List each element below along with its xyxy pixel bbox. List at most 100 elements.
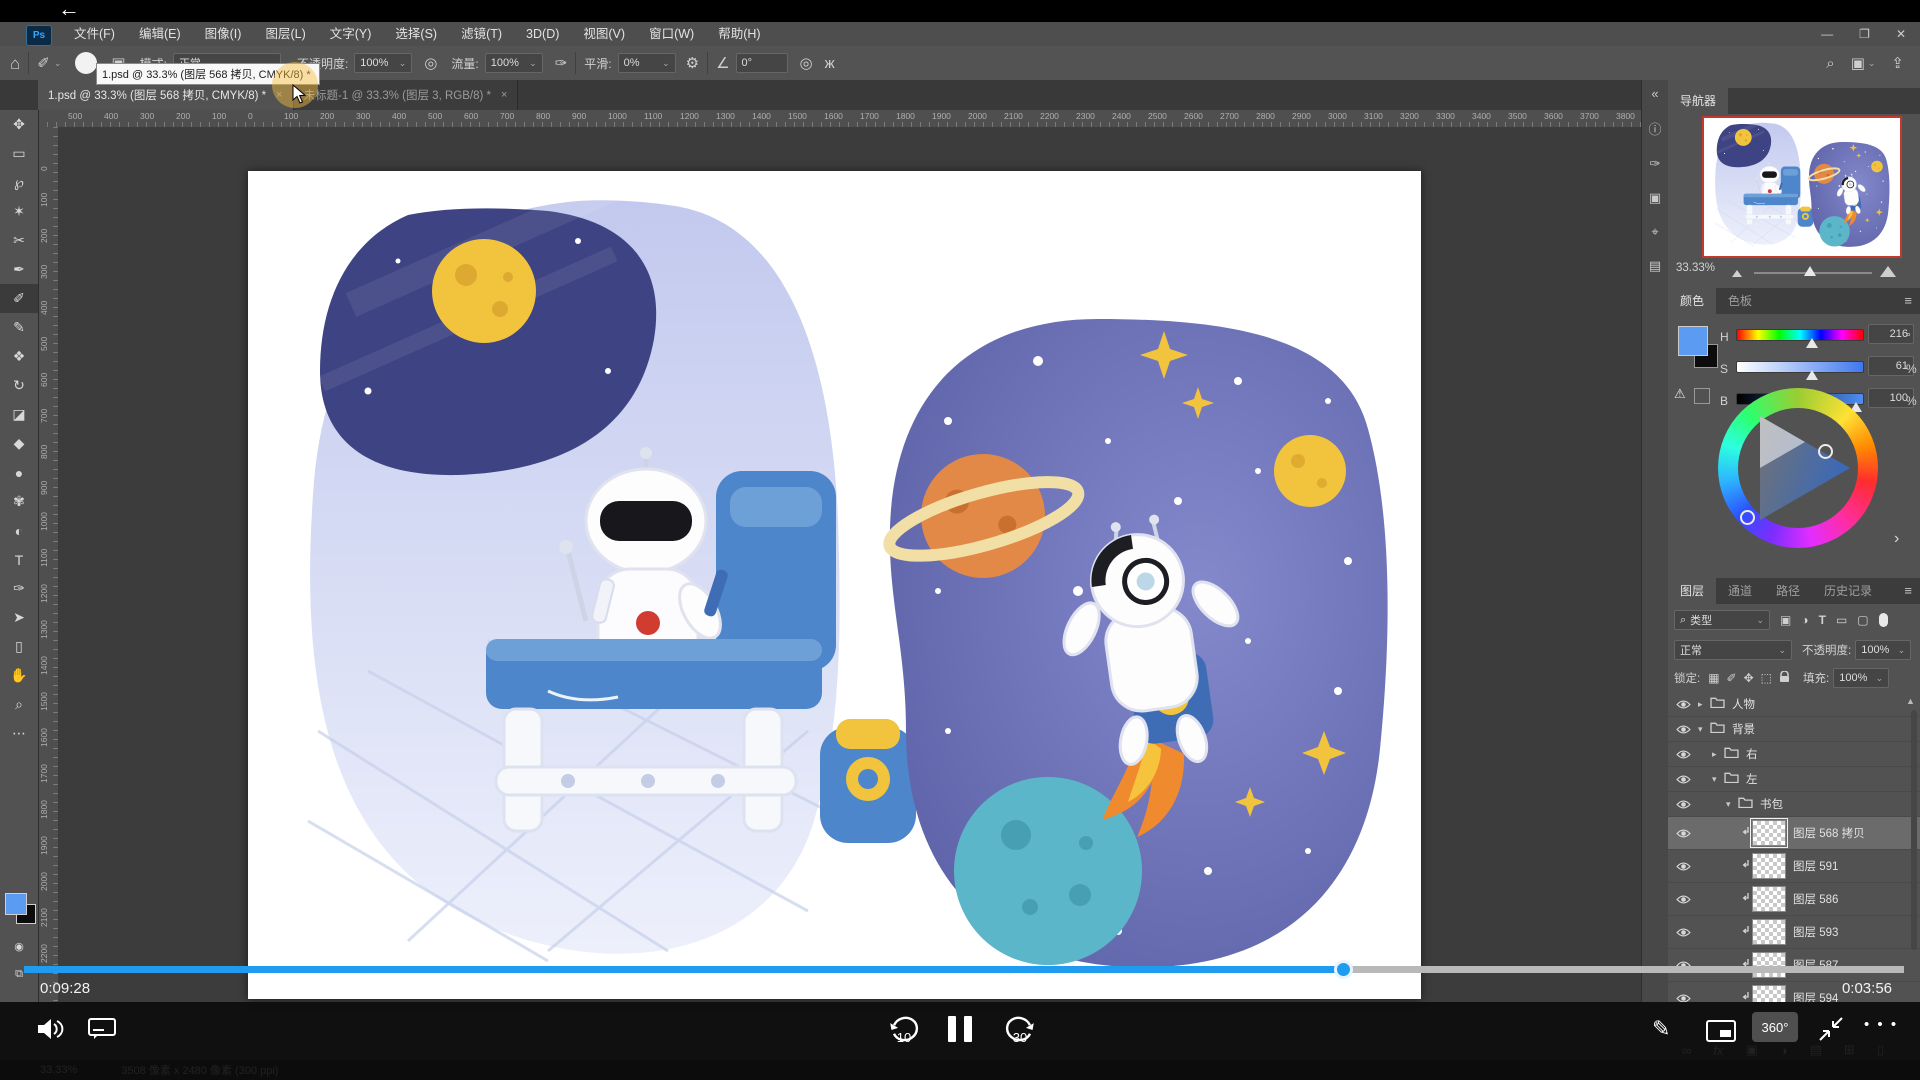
brush-settings-panel-icon[interactable]: ✑ <box>1650 156 1661 172</box>
workspace-chevron-icon[interactable]: ⌄ <box>1868 58 1876 69</box>
collapse-panels-icon[interactable]: « <box>1651 86 1658 101</box>
layer-row[interactable]: 图层 591 <box>1668 850 1920 883</box>
rotate-360-button[interactable]: 360° <box>1752 1012 1798 1042</box>
pause-button[interactable] <box>948 1016 972 1042</box>
menu-item-10[interactable]: 帮助(H) <box>706 22 772 46</box>
clone-source-panel-icon[interactable]: ▣ <box>1649 190 1661 206</box>
minimize-button[interactable]: — <box>1821 27 1833 41</box>
layer-name[interactable]: 图层 593 <box>1793 924 1838 940</box>
foreground-color-swatch[interactable] <box>5 893 27 915</box>
annotate-button[interactable]: ✎ <box>1652 1016 1670 1042</box>
menu-item-9[interactable]: 窗口(W) <box>637 22 706 46</box>
lock-all-icon[interactable] <box>1779 671 1790 686</box>
layer-visibility-eye-icon[interactable] <box>1668 828 1698 839</box>
layer-name[interactable]: 背景 <box>1732 721 1755 737</box>
zoom-in-icon[interactable] <box>1880 266 1896 277</box>
layer-thumbnail[interactable] <box>1752 853 1786 879</box>
layer-visibility-eye-icon[interactable] <box>1668 927 1698 938</box>
search-icon[interactable]: ⌕ <box>1826 56 1834 71</box>
dodge-tool[interactable]: ◐ <box>0 516 38 545</box>
tab-close-icon[interactable]: × <box>501 89 507 101</box>
tab-color[interactable]: 颜色 <box>1668 288 1716 314</box>
group-caret-icon[interactable]: ▸ <box>1712 749 1724 760</box>
type-tool[interactable]: T <box>0 545 38 574</box>
brush-tool[interactable]: ✐ <box>0 284 38 313</box>
rectangle-tool[interactable]: ▯ <box>0 632 38 661</box>
back-button[interactable]: ← <box>58 0 80 22</box>
screen-mode-button[interactable]: ⧉ <box>0 960 38 989</box>
tab-layers[interactable]: 图层 <box>1668 578 1716 604</box>
layer-group-row[interactable]: ▸右 <box>1668 742 1920 767</box>
player-progress-track[interactable] <box>24 966 1904 973</box>
pen-tool[interactable]: ✑ <box>0 574 38 603</box>
captions-button[interactable] <box>88 1018 116 1040</box>
menu-item-8[interactable]: 视图(V) <box>571 22 637 46</box>
wheel-sb-picker[interactable] <box>1818 444 1833 459</box>
smudge-tool[interactable]: ✾ <box>0 487 38 516</box>
hue-slider[interactable] <box>1736 329 1864 341</box>
wheel-hue-picker[interactable] <box>1740 510 1755 525</box>
filter-smart-objects-icon[interactable]: ▢ <box>1857 614 1868 626</box>
gamut-color-chip[interactable] <box>1694 388 1710 404</box>
home-icon[interactable]: ⌂ <box>10 55 20 72</box>
navigator-thumbnail[interactable] <box>1702 116 1902 258</box>
brush-tip-preview[interactable] <box>75 52 97 74</box>
expand-panel-icon[interactable]: › <box>1894 530 1899 548</box>
pressure-opacity-icon[interactable]: ◎ <box>424 56 437 71</box>
restore-button[interactable]: ❐ <box>1859 27 1870 41</box>
layer-thumbnail[interactable] <box>1752 952 1786 978</box>
tab-channels[interactable]: 通道 <box>1716 578 1764 604</box>
group-caret-icon[interactable]: ▾ <box>1698 724 1710 735</box>
pencil-tool[interactable]: ✎ <box>0 313 38 342</box>
saturation-slider[interactable] <box>1736 361 1864 373</box>
layer-group-row[interactable]: ▸人物 <box>1668 692 1920 717</box>
layer-visibility-eye-icon[interactable] <box>1668 799 1698 810</box>
menu-item-2[interactable]: 图像(I) <box>193 22 254 46</box>
clone-stamp-tool[interactable]: ❖ <box>0 342 38 371</box>
angle-input[interactable]: 0° <box>736 53 788 73</box>
filter-adjustment-layers-icon[interactable]: ◑ <box>1801 614 1808 626</box>
quick-mask-button[interactable]: ◉ <box>0 932 38 961</box>
layer-name[interactable]: 图层 568 拷贝 <box>1793 825 1865 841</box>
airbrush-icon[interactable]: ✑ <box>555 56 568 71</box>
pressure-size-icon[interactable]: ◎ <box>800 56 813 71</box>
blur-tool[interactable]: ● <box>0 458 38 487</box>
libraries-panel-icon[interactable]: ▤ <box>1649 258 1661 274</box>
path-selection-tool[interactable]: ➤ <box>0 603 38 632</box>
menu-item-5[interactable]: 选择(S) <box>383 22 449 46</box>
group-caret-icon[interactable]: ▸ <box>1698 699 1710 710</box>
zoom-tool[interactable]: ⌕ <box>0 690 38 719</box>
layer-row[interactable]: 图层 568 拷贝 <box>1668 817 1920 850</box>
eyedropper-tool[interactable]: ✒ <box>0 255 38 284</box>
eraser-tool[interactable]: ◪ <box>0 400 38 429</box>
more-tools[interactable]: ⋯ <box>0 719 38 748</box>
symmetry-icon[interactable]: ж <box>825 56 835 71</box>
layer-name[interactable]: 右 <box>1746 746 1758 762</box>
navigator-zoom-value[interactable]: 33.33% <box>1676 262 1715 274</box>
layer-group-row[interactable]: ▾书包 <box>1668 792 1920 817</box>
pip-button[interactable] <box>1706 1020 1736 1042</box>
workspace-icon[interactable]: ▣ <box>1851 56 1865 71</box>
layer-visibility-eye-icon[interactable] <box>1668 861 1698 872</box>
layer-row[interactable]: 图层 586 <box>1668 883 1920 916</box>
move-tool[interactable]: ✥ <box>0 110 38 139</box>
info-panel-icon[interactable]: ⓘ <box>1648 119 1661 138</box>
layer-visibility-eye-icon[interactable] <box>1668 774 1698 785</box>
skip-forward-30-button[interactable]: 30 <box>1002 1014 1038 1048</box>
lasso-tool[interactable]: ℘ <box>0 168 38 197</box>
smoothing-gear-icon[interactable]: ⚙ <box>686 56 699 71</box>
layer-name[interactable]: 图层 594 <box>1793 990 1838 1002</box>
menu-item-1[interactable]: 编辑(E) <box>127 22 193 46</box>
more-options-button[interactable]: • • • <box>1864 1016 1898 1033</box>
color-wheel-triangle[interactable] <box>1738 408 1858 528</box>
lock-artboard-icon[interactable]: ⬚ <box>1761 671 1772 685</box>
group-caret-icon[interactable]: ▾ <box>1712 774 1724 785</box>
menu-item-4[interactable]: 文字(Y) <box>318 22 384 46</box>
layer-row[interactable]: 图层 593 <box>1668 916 1920 949</box>
share-icon[interactable]: ⇪ <box>1891 56 1904 71</box>
layer-visibility-eye-icon[interactable] <box>1668 894 1698 905</box>
layer-thumbnail[interactable] <box>1752 985 1786 1002</box>
gamut-warning-icon[interactable]: ⚠ <box>1674 386 1686 402</box>
layer-list-scroll-up-icon[interactable]: ▲ <box>1906 696 1915 706</box>
layer-thumbnail[interactable] <box>1752 919 1786 945</box>
